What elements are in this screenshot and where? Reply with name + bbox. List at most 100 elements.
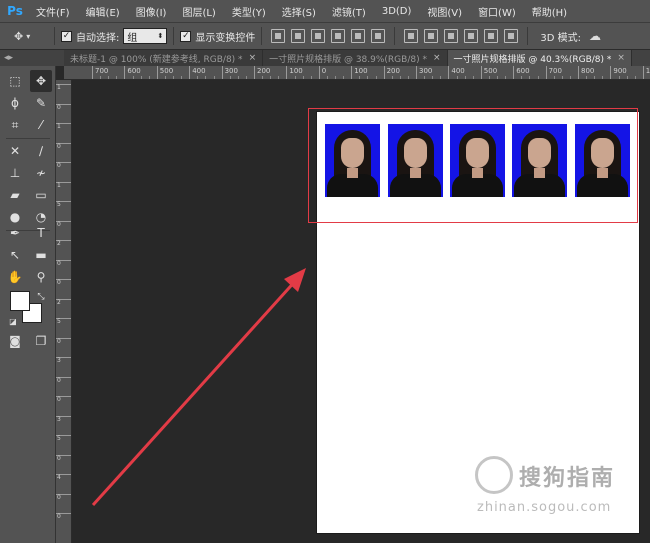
- foreground-color-swatch[interactable]: [10, 291, 30, 311]
- history-brush-tool-icon[interactable]: ≁: [30, 162, 52, 184]
- auto-select-value: 组: [127, 32, 138, 44]
- move-tool-icon: ✥: [14, 29, 24, 43]
- tab-label: 一寸照片规格排版 @ 40.3%(RGB/8) *: [453, 54, 612, 65]
- menu-file[interactable]: 文件(F): [28, 4, 78, 19]
- auto-select-dropdown[interactable]: 组 ⬍: [123, 28, 168, 44]
- path-select-tool-icon[interactable]: ↖: [4, 244, 26, 266]
- hand-tool-icon[interactable]: ✋: [4, 266, 26, 288]
- ruler-minor-tick: [440, 76, 442, 79]
- show-transform-label: 显示变换控件: [195, 32, 256, 44]
- align-right-icon[interactable]: [371, 29, 386, 43]
- tools-panel: ⬚ ✥ ϕ ✎ ⌗ ⁄ ✕ ∕ ⊥ ≁ ▰ ▭ ● ◔ ✒ T ↖ ▬ ✋ ⚲ …: [0, 66, 56, 543]
- ruler-minor-tick: [561, 76, 563, 79]
- move-tool-icon[interactable]: ✥: [30, 70, 52, 92]
- lasso-tool-icon[interactable]: ϕ: [4, 92, 26, 114]
- 3d-mode-label: 3D 模式:: [540, 32, 581, 44]
- align-top-icon[interactable]: [271, 29, 286, 43]
- pen-tool-icon[interactable]: ✒: [4, 222, 26, 244]
- ruler-minor-tick: [634, 76, 636, 79]
- marquee-tool-icon[interactable]: ⬚: [4, 70, 26, 92]
- show-transform-checkbox[interactable]: ✓: [180, 30, 192, 42]
- options-bar: ✥ ▾ ✓ 自动选择: 组 ⬍ ✓ 显示变换控件 3D 模式: ☁: [0, 22, 650, 50]
- toolbar-collapse-grip[interactable]: ◂▸: [0, 50, 64, 66]
- align-vcenter-icon[interactable]: [291, 29, 306, 43]
- menu-filter[interactable]: 滤镜(T): [324, 4, 374, 19]
- divider: [527, 27, 529, 45]
- shape-tool-icon[interactable]: ▬: [30, 244, 52, 266]
- tool-preset-picker[interactable]: ✥ ▾: [14, 26, 48, 46]
- ruler-tick-label: 0: [56, 103, 71, 111]
- ruler-minor-tick: [497, 76, 498, 79]
- menu-window[interactable]: 窗口(W): [470, 4, 524, 19]
- default-colors-icon[interactable]: ◪: [2, 310, 24, 332]
- ruler-minor-tick: [586, 76, 588, 79]
- chevron-updown-icon: ⬍: [157, 32, 164, 40]
- clone-stamp-tool-icon[interactable]: ⊥: [4, 162, 26, 184]
- align-left-icon[interactable]: [331, 29, 346, 43]
- ruler-minor-tick: [173, 76, 174, 79]
- ruler-minor-tick: [626, 76, 628, 79]
- 3d-orbit-icon[interactable]: ☁: [589, 29, 601, 43]
- tab-untitled-1[interactable]: 未标题-1 @ 100% (新建参考线, RGB/8) * ×: [64, 50, 264, 66]
- type-tool-icon[interactable]: T: [30, 222, 52, 244]
- eraser-tool-icon[interactable]: ▰: [4, 184, 26, 206]
- menu-layer[interactable]: 图层(L): [174, 4, 223, 19]
- swap-colors-icon[interactable]: ⤡: [30, 286, 52, 308]
- healing-brush-tool-icon[interactable]: ✕: [4, 140, 26, 162]
- menu-help[interactable]: 帮助(H): [524, 4, 575, 19]
- quick-mask-icon[interactable]: ◙: [4, 330, 26, 352]
- distribute-bottom-icon[interactable]: [444, 29, 459, 43]
- menu-type[interactable]: 类型(Y): [224, 4, 274, 19]
- align-hcenter-icon[interactable]: [351, 29, 366, 43]
- align-bottom-icon[interactable]: [311, 29, 326, 43]
- ruler-minor-tick: [456, 76, 458, 79]
- crop-tool-icon[interactable]: ⌗: [4, 114, 26, 136]
- ruler-minor-tick: [553, 76, 555, 79]
- ruler-minor-tick: [132, 76, 134, 79]
- divider: [6, 138, 50, 139]
- ruler-minor-tick: [594, 76, 596, 79]
- menu-bar: Ps 文件(F) 编辑(E) 图像(I) 图层(L) 类型(Y) 选择(S) 滤…: [0, 0, 650, 22]
- ruler-minor-tick: [278, 76, 280, 79]
- ruler-minor-tick: [335, 76, 336, 79]
- auto-select-checkbox[interactable]: ✓: [61, 30, 72, 42]
- brush-tool-icon[interactable]: ∕: [30, 140, 52, 162]
- ruler-minor-tick: [237, 76, 239, 79]
- tab-photo-layout-403[interactable]: 一寸照片规格排版 @ 40.3%(RGB/8) * ×: [447, 50, 632, 66]
- close-icon[interactable]: ×: [617, 53, 625, 63]
- menu-image[interactable]: 图像(I): [128, 4, 175, 19]
- distribute-left-icon[interactable]: [464, 29, 479, 43]
- screen-mode-icon[interactable]: ❐: [30, 330, 52, 352]
- ruler-tick-label: 1: [56, 123, 71, 130]
- document-tab-bar: 未标题-1 @ 100% (新建参考线, RGB/8) * × 一寸照片规格排版…: [64, 50, 650, 66]
- distribute-right-icon[interactable]: [504, 29, 519, 43]
- ruler-tick-label: 5: [56, 318, 71, 325]
- menu-view[interactable]: 视图(V): [419, 4, 470, 19]
- distribute-hcenter-icon[interactable]: [484, 29, 499, 43]
- close-icon[interactable]: ×: [249, 53, 257, 63]
- ruler-minor-tick: [181, 76, 183, 79]
- menu-edit[interactable]: 编辑(E): [78, 4, 128, 19]
- quick-select-tool-icon[interactable]: ✎: [30, 92, 52, 114]
- highlight-annotation-box: [308, 108, 638, 223]
- ruler-minor-tick: [505, 76, 507, 79]
- distribute-top-icon[interactable]: [404, 29, 419, 43]
- menu-3d[interactable]: 3D(D): [374, 6, 420, 17]
- close-icon[interactable]: ×: [433, 53, 441, 63]
- ruler-minor-tick: [148, 76, 150, 79]
- ruler-tick-label: 0: [56, 376, 71, 384]
- ruler-tick-label: 5: [56, 435, 71, 442]
- ruler-minor-tick: [407, 76, 409, 79]
- horizontal-ruler: 700 600 500 400 300 200 100 0 100 200 300 400 500 600…: [64, 66, 650, 80]
- ruler-minor-tick: [359, 76, 361, 79]
- eyedropper-tool-icon[interactable]: ⁄: [30, 114, 52, 136]
- zoom-tool-icon[interactable]: ⚲: [30, 266, 52, 288]
- ruler-minor-tick: [116, 76, 118, 79]
- tab-photo-layout-389[interactable]: 一寸照片规格排版 @ 38.9%(RGB/8) * ×: [263, 50, 448, 66]
- gradient-tool-icon[interactable]: ▭: [30, 184, 52, 206]
- photoshop-logo: Ps: [7, 4, 23, 18]
- ruler-tick-label: 0: [56, 513, 71, 520]
- menu-select[interactable]: 选择(S): [274, 4, 324, 19]
- distribute-vcenter-icon[interactable]: [424, 29, 439, 43]
- ruler-minor-tick: [529, 76, 531, 79]
